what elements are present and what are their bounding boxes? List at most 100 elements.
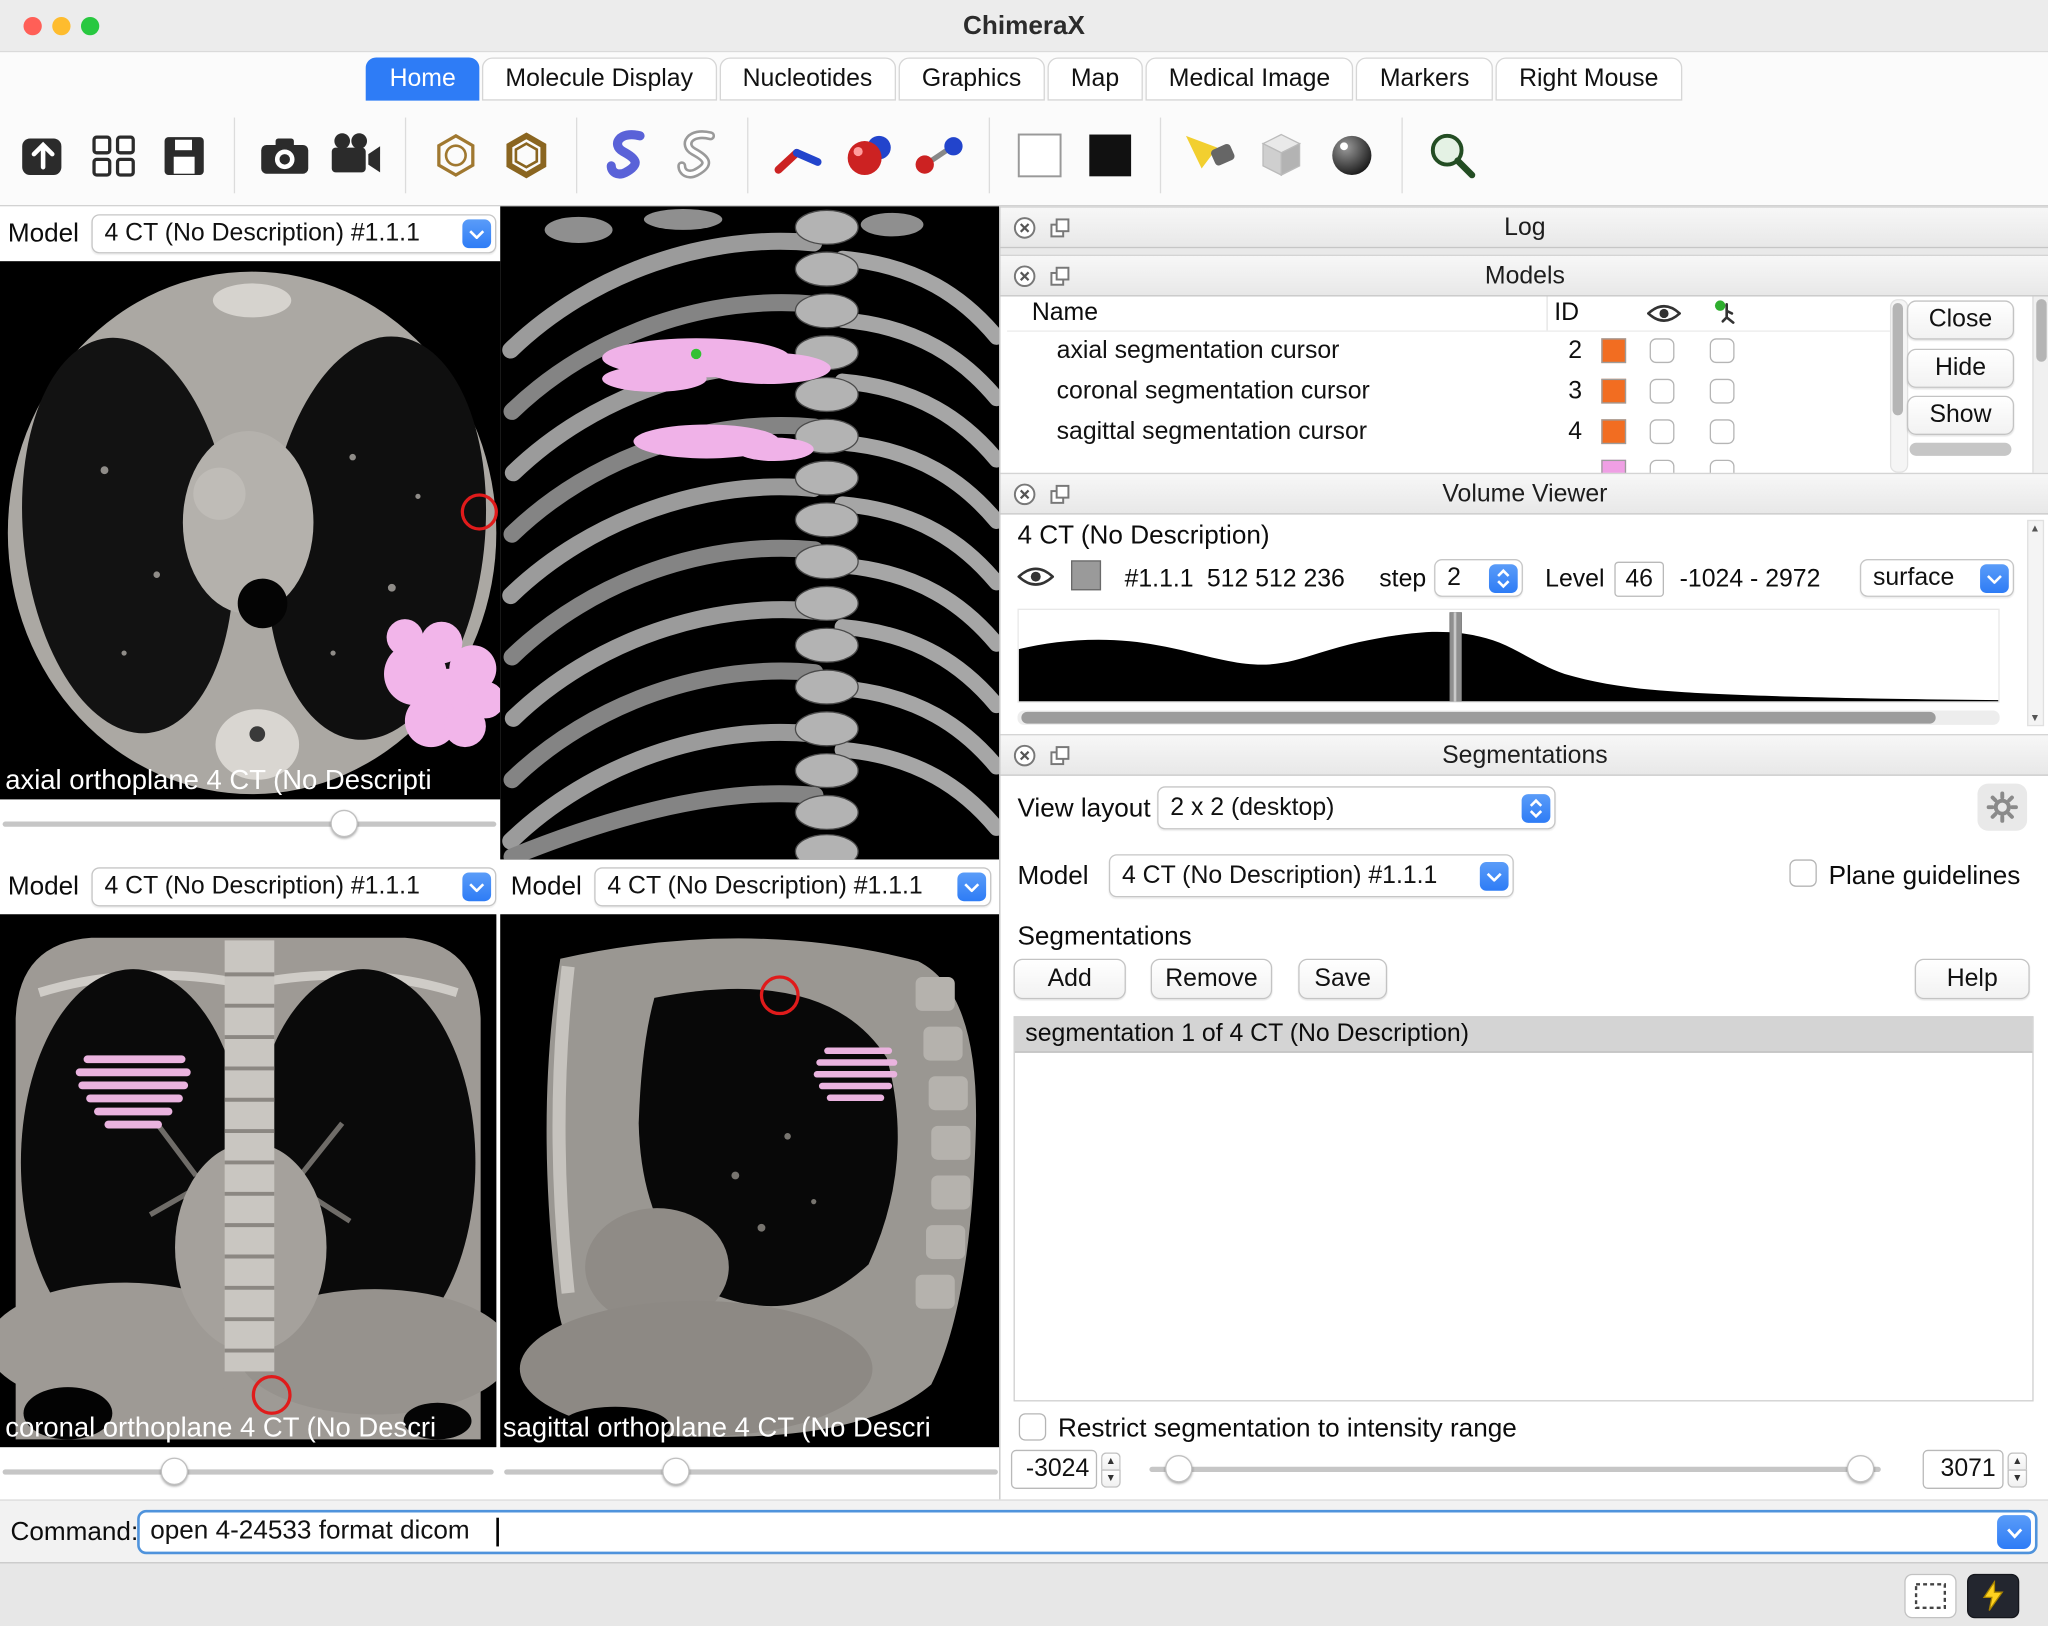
stepper-control[interactable]: ▲▼ [1101, 1452, 1121, 1487]
intensity-min-field[interactable]: -3024 ▲▼ [1011, 1450, 1121, 1489]
sphere-style-button[interactable] [833, 114, 904, 195]
slider-thumb[interactable] [330, 810, 357, 837]
scroll-down-arrow[interactable]: ▼ [2030, 712, 2040, 724]
slider-thumb[interactable] [662, 1458, 689, 1485]
shown-checkbox[interactable] [1650, 419, 1675, 444]
fast-mode-button[interactable] [1967, 1574, 2019, 1618]
hide-cartoons-button[interactable] [662, 114, 733, 195]
help-button[interactable]: Help [1915, 959, 2030, 999]
stick-style-button[interactable] [763, 114, 834, 195]
coronal-plane-slider[interactable] [3, 1458, 494, 1487]
table-row[interactable]: sagittal segmentation cursor 4 [1007, 411, 1890, 451]
models-hide-button[interactable]: Hide [1907, 349, 2014, 388]
coronal-viewport[interactable]: coronal orthoplane 4 CT (No Descri [0, 914, 496, 1447]
color-swatch[interactable] [1601, 419, 1626, 444]
full-lighting-button[interactable] [1317, 114, 1388, 195]
axial-model-popup[interactable]: 4 CT (No Description) #1.1.1 [91, 214, 496, 253]
color-swatch[interactable] [1601, 460, 1626, 473]
shown-checkbox[interactable] [1650, 379, 1675, 404]
coronal-model-popup[interactable]: 4 CT (No Description) #1.1.1 [91, 867, 496, 906]
show-atoms-button[interactable] [421, 114, 492, 195]
tab-markers[interactable]: Markers [1356, 57, 1493, 100]
tab-graphics[interactable]: Graphics [898, 57, 1044, 100]
color-swatch[interactable] [1601, 338, 1626, 363]
table-row[interactable] [1007, 452, 1890, 473]
select-checkbox[interactable] [1710, 419, 1735, 444]
volume-scrollbar[interactable]: ▲ ▼ [2027, 520, 2044, 726]
side-view-button[interactable] [1417, 114, 1488, 195]
range-max-thumb[interactable] [1847, 1455, 1874, 1482]
recent-files-button[interactable] [78, 114, 149, 195]
slider-track[interactable] [3, 822, 497, 827]
stepper-control[interactable]: ▲▼ [2008, 1452, 2028, 1487]
table-row[interactable]: coronal segmentation cursor 3 [1007, 371, 1890, 411]
tab-map[interactable]: Map [1047, 57, 1142, 100]
list-item[interactable]: segmentation 1 of 4 CT (No Description) [1015, 1017, 2032, 1052]
tab-medical-image[interactable]: Medical Image [1145, 57, 1353, 100]
volume-color-swatch[interactable] [1071, 560, 1101, 590]
range-min-thumb[interactable] [1165, 1455, 1192, 1482]
tab-right-mouse[interactable]: Right Mouse [1496, 57, 1682, 100]
intensity-min-value[interactable]: -3024 [1011, 1450, 1097, 1489]
step-popup[interactable]: 2 [1434, 559, 1523, 597]
histogram-scrollbar[interactable] [1017, 711, 1999, 725]
black-background-button[interactable] [1075, 114, 1146, 195]
plane-guidelines-checkbox[interactable] [1789, 859, 1816, 886]
settings-button[interactable] [1977, 784, 2027, 831]
show-cartoons-button[interactable] [592, 114, 663, 195]
models-close-button[interactable]: Close [1907, 300, 2014, 339]
view-layout-popup[interactable]: 2 x 2 (desktop) [1157, 786, 1555, 829]
select-checkbox[interactable] [1710, 460, 1735, 473]
seg-model-popup[interactable]: 4 CT (No Description) #1.1.1 [1109, 854, 1514, 897]
step-up-icon[interactable]: ▲ [2008, 1452, 2028, 1469]
sagittal-plane-slider[interactable] [504, 1458, 998, 1487]
style-popup[interactable]: surface [1860, 559, 2014, 597]
select-checkbox[interactable] [1710, 338, 1735, 363]
tab-molecule-display[interactable]: Molecule Display [482, 57, 717, 100]
slider-track[interactable] [1149, 1467, 1880, 1472]
command-history-button[interactable] [1997, 1515, 2031, 1549]
open-button[interactable] [8, 114, 79, 195]
scrollbar-thumb[interactable] [1893, 303, 1903, 415]
step-up-icon[interactable]: ▲ [1101, 1452, 1121, 1469]
scrollbar-thumb[interactable] [2036, 299, 2046, 362]
axial-viewport[interactable]: axial orthoplane 4 CT (No Descripti [0, 261, 500, 799]
histogram[interactable] [1017, 609, 1999, 703]
step-down-icon[interactable]: ▼ [1101, 1469, 1121, 1487]
volume-3d-viewport[interactable] [500, 206, 999, 859]
save-button[interactable]: Save [1298, 959, 1387, 999]
axial-plane-slider[interactable] [3, 810, 497, 839]
select-mode-button[interactable] [1904, 1574, 1956, 1618]
scroll-up-arrow[interactable]: ▲ [2030, 522, 2040, 534]
tab-nucleotides[interactable]: Nucleotides [719, 57, 896, 100]
restrict-intensity-checkbox[interactable] [1019, 1413, 1046, 1440]
white-background-button[interactable] [1004, 114, 1075, 195]
models-show-button[interactable]: Show [1907, 396, 2014, 435]
eye-icon[interactable] [1017, 566, 1054, 595]
tab-home[interactable]: Home [366, 57, 479, 100]
intensity-max-field[interactable]: 3071 ▲▼ [1923, 1450, 2027, 1489]
simple-lighting-button[interactable] [1176, 114, 1247, 195]
select-checkbox[interactable] [1710, 379, 1735, 404]
ball-and-stick-style-button[interactable] [904, 114, 975, 195]
step-down-icon[interactable]: ▼ [2008, 1469, 2028, 1487]
level-input[interactable]: 46 [1614, 562, 1664, 597]
save-button[interactable] [149, 114, 220, 195]
sagittal-viewport[interactable]: sagittal orthoplane 4 CT (No Descri [500, 914, 999, 1447]
scrollbar-thumb[interactable] [1021, 712, 1935, 724]
intensity-range-slider[interactable] [1149, 1455, 1880, 1484]
horizontal-scrollbar-thumb[interactable] [1910, 443, 2012, 456]
command-input[interactable]: open 4-24533 format dicom [137, 1510, 2037, 1554]
table-row[interactable]: axial segmentation cursor 2 [1007, 330, 1890, 370]
snapshot-button[interactable] [249, 114, 320, 195]
panel-scrollbar[interactable] [2032, 296, 2048, 472]
slider-thumb[interactable] [161, 1458, 188, 1485]
add-button[interactable]: Add [1014, 959, 1126, 999]
spin-movie-button[interactable] [320, 114, 391, 195]
hide-atoms-button[interactable] [491, 114, 562, 195]
sagittal-model-popup[interactable]: 4 CT (No Description) #1.1.1 [594, 867, 991, 906]
shown-checkbox[interactable] [1650, 338, 1675, 363]
slider-track[interactable] [3, 1469, 494, 1474]
remove-button[interactable]: Remove [1151, 959, 1272, 999]
intensity-max-value[interactable]: 3071 [1923, 1450, 2004, 1489]
